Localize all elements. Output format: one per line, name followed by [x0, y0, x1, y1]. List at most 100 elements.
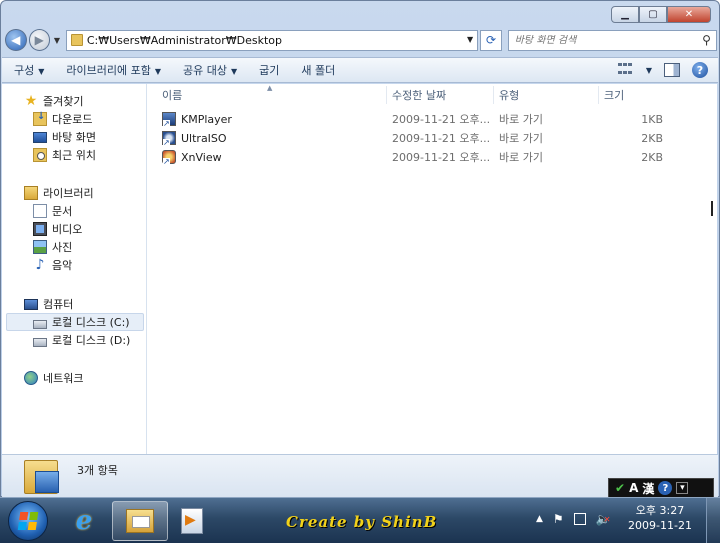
item-count: 3개 항목: [77, 464, 118, 477]
new-folder-button[interactable]: 새 폴더: [301, 62, 335, 78]
file-name-cell[interactable]: XnView: [162, 148, 222, 166]
preview-pane-icon[interactable]: [664, 63, 680, 77]
recent-places-icon: [33, 148, 47, 162]
nav-pictures[interactable]: 사진: [2, 238, 147, 256]
nav-favorites[interactable]: ★ 즐겨찾기: [2, 92, 147, 110]
nav-videos[interactable]: 비디오: [2, 220, 147, 238]
video-icon: [33, 222, 47, 236]
nav-local-disk-d[interactable]: 로컬 디스크 (D:): [2, 331, 147, 349]
address-path[interactable]: C:₩Users₩Administrator₩Desktop: [87, 34, 282, 47]
start-button[interactable]: [8, 501, 48, 541]
library-icon: [24, 186, 38, 200]
windows-explorer-icon: [126, 509, 154, 533]
checkmark-icon[interactable]: ✔: [615, 481, 625, 495]
forward-button[interactable]: ▶: [28, 29, 51, 51]
drive-icon: [33, 319, 47, 329]
file-name-cell[interactable]: UltraISO: [162, 129, 227, 147]
volume-muted-icon[interactable]: 🔈: [596, 512, 611, 526]
favorites-group: ★즐겨찾기 다운로드 바탕 화면 최근 위치: [2, 92, 147, 164]
include-in-library-menu[interactable]: 라이브러리에 포함 ▼: [66, 62, 161, 78]
help-icon[interactable]: ?: [692, 62, 708, 78]
file-row[interactable]: XnView 2009-11-21 오후... 바로 가기 2KB: [147, 148, 717, 166]
search-box[interactable]: ⚲: [507, 29, 717, 51]
file-date-cell: 2009-11-21 오후...: [392, 151, 491, 164]
close-button[interactable]: ✕: [667, 6, 711, 23]
minimize-button[interactable]: ▁: [611, 6, 639, 23]
computer-group: 컴퓨터 로컬 디스크 (C:) 로컬 디스크 (D:): [2, 295, 147, 349]
refresh-button[interactable]: ⟳: [480, 29, 502, 51]
nav-documents[interactable]: 문서: [2, 202, 147, 220]
column-header-date[interactable]: 수정한 날짜: [387, 86, 494, 104]
view-dropdown-icon[interactable]: ▼: [646, 66, 652, 75]
taskbar-internet-explorer[interactable]: e: [56, 501, 112, 541]
input-mode-label[interactable]: A: [629, 481, 638, 495]
network-icon: [24, 371, 38, 385]
address-dropdown-icon[interactable]: ▼: [467, 35, 473, 44]
taskbar-clock[interactable]: 오후 3:27 2009-11-21: [628, 503, 692, 533]
toolbar-right-group: ▼ ?: [617, 62, 708, 78]
ultraiso-icon: [162, 131, 176, 147]
download-folder-icon: [33, 111, 47, 126]
nav-downloads[interactable]: 다운로드: [2, 110, 147, 128]
taskbar-windows-explorer[interactable]: [112, 501, 168, 541]
nav-libraries[interactable]: 라이브러리: [2, 184, 147, 202]
search-input[interactable]: [514, 34, 695, 46]
options-icon[interactable]: ▾: [676, 482, 689, 494]
taskbar-media-player[interactable]: [164, 501, 220, 541]
music-icon: ♪: [35, 257, 45, 273]
nav-desktop[interactable]: 바탕 화면: [2, 128, 147, 146]
caption-buttons: ▁ ▢ ✕: [611, 6, 711, 23]
clock-time: 오후 3:27: [635, 504, 685, 517]
system-tray: ▲ ⚑ 🔈: [536, 512, 611, 526]
xnview-icon: [162, 150, 176, 166]
help-icon[interactable]: ?: [658, 481, 673, 495]
internet-explorer-icon: e: [75, 506, 93, 536]
file-list: ▲ 이름 수정한 날짜 유형 크기 KMPlayer 2009-11-21 오후…: [147, 84, 717, 454]
recent-pages-dropdown[interactable]: ▼: [52, 36, 62, 45]
address-bar[interactable]: C:₩Users₩Administrator₩Desktop ▼: [65, 29, 479, 51]
search-icon[interactable]: ⚲: [702, 33, 711, 47]
column-header-name[interactable]: 이름: [157, 86, 387, 104]
nav-recent-places[interactable]: 최근 위치: [2, 146, 147, 164]
share-with-menu[interactable]: 공유 대상 ▼: [183, 62, 237, 78]
column-header-size[interactable]: 크기: [599, 86, 674, 104]
credit-text: Create by ShinB: [286, 513, 438, 531]
text-cursor-mark: [711, 201, 713, 216]
folder-icon: [70, 34, 83, 46]
file-date-cell: 2009-11-21 오후...: [392, 132, 491, 145]
column-header-type[interactable]: 유형: [494, 86, 599, 104]
burn-button[interactable]: 굽기: [259, 62, 279, 78]
command-bar: 구성 ▼ 라이브러리에 포함 ▼ 공유 대상 ▼ 굽기 새 폴더 ▼ ?: [2, 57, 718, 83]
pictures-icon: [33, 240, 47, 254]
network-status-icon[interactable]: [573, 513, 586, 525]
media-player-icon: [181, 508, 203, 534]
star-icon: ★: [24, 93, 38, 109]
file-row[interactable]: KMPlayer 2009-11-21 오후... 바로 가기 1KB: [147, 110, 717, 128]
clock-date: 2009-11-21: [628, 519, 692, 532]
language-bar[interactable]: ✔ A 漢 ? ▾: [608, 478, 714, 498]
file-type-cell: 바로 가기: [499, 113, 543, 126]
nav-computer[interactable]: 컴퓨터: [2, 295, 147, 313]
back-button[interactable]: ◀: [5, 29, 27, 51]
change-view-icon[interactable]: [617, 63, 634, 77]
computer-icon: [24, 298, 38, 310]
file-size-cell: 2KB: [641, 150, 663, 164]
file-size-cell: 1KB: [641, 112, 663, 126]
action-center-flag-icon[interactable]: ⚑: [553, 512, 564, 526]
desktop-icon: [33, 131, 47, 143]
nav-network[interactable]: 네트워크: [2, 369, 147, 387]
chevron-down-icon: ▼: [38, 67, 45, 76]
file-type-cell: 바로 가기: [499, 132, 543, 145]
organize-menu[interactable]: 구성 ▼: [14, 62, 44, 78]
nav-music[interactable]: ♪ 음악: [2, 256, 147, 274]
maximize-button[interactable]: ▢: [639, 6, 667, 23]
taskbar: e Create by ShinB ▲ ⚑ 🔈 오후 3:27 2009-11-…: [0, 497, 720, 543]
nav-local-disk-c[interactable]: 로컬 디스크 (C:): [6, 313, 144, 331]
kmplayer-icon: [162, 112, 176, 128]
show-hidden-icons-icon[interactable]: ▲: [536, 514, 543, 524]
file-row[interactable]: UltraISO 2009-11-21 오후... 바로 가기 2KB: [147, 129, 717, 147]
hanja-label[interactable]: 漢: [642, 480, 654, 497]
show-desktop-button[interactable]: [706, 498, 720, 543]
drive-icon: [33, 337, 47, 347]
file-name-cell[interactable]: KMPlayer: [162, 110, 232, 128]
